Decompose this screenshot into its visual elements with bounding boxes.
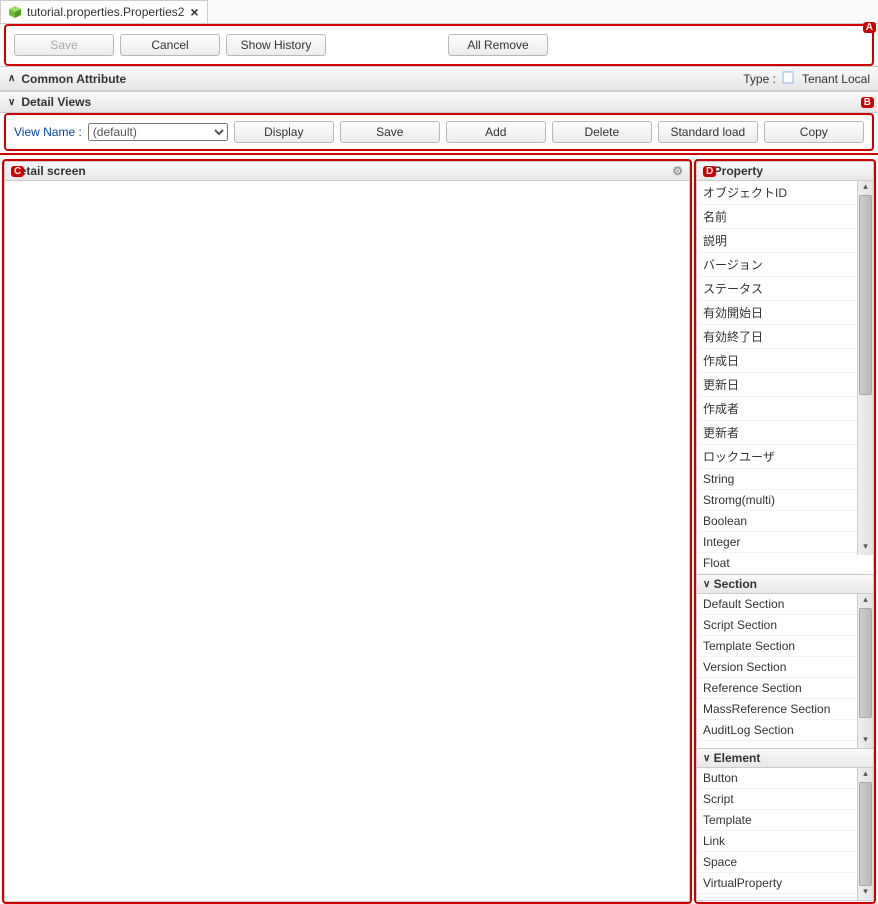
property-list: オブジェクトID名前説明バージョンステータス有効開始日有効終了日作成日更新日作成… xyxy=(697,181,857,574)
chevron-down-icon: ∨ xyxy=(8,97,15,108)
section-item[interactable]: Reference Section xyxy=(697,678,857,699)
property-item[interactable]: String xyxy=(697,469,857,490)
property-header[interactable]: ∨ Property D xyxy=(697,162,873,181)
section-header[interactable]: ∨ Section xyxy=(697,575,873,594)
property-item[interactable]: 作成日 xyxy=(697,349,857,373)
property-item[interactable]: ロックユーザ xyxy=(697,445,857,469)
chevron-down-icon: ∨ xyxy=(703,753,710,764)
element-item[interactable]: Template xyxy=(697,810,857,831)
tab-title: tutorial.properties.Properties2 xyxy=(27,5,184,19)
section-item[interactable]: Template Section xyxy=(697,636,857,657)
cube-icon xyxy=(9,6,21,18)
type-label: Type : xyxy=(743,72,776,86)
section-item[interactable]: AuditLog Section xyxy=(697,720,857,741)
property-item[interactable]: 更新者 xyxy=(697,421,857,445)
detail-screen-panel: Detail screen C ⚙ xyxy=(4,161,690,902)
property-panel: ∨ Property D オブジェクトID名前説明バージョンステータス有効開始日… xyxy=(696,161,874,574)
copy-button[interactable]: Copy xyxy=(764,121,864,143)
element-item[interactable]: Link xyxy=(697,831,857,852)
property-item[interactable]: 更新日 xyxy=(697,373,857,397)
gear-icon[interactable]: ⚙ xyxy=(672,164,683,178)
common-attribute-header[interactable]: ∧ Common Attribute Type : Tenant Local xyxy=(0,66,878,91)
section-item[interactable]: Script Section xyxy=(697,615,857,636)
all-remove-button[interactable]: All Remove xyxy=(448,34,548,56)
element-item[interactable]: VirtualProperty xyxy=(697,873,857,894)
annot-c: C xyxy=(11,166,24,177)
annot-a: A xyxy=(863,22,876,33)
element-scrollbar[interactable]: ▴ ▾ xyxy=(857,768,873,900)
section-title: Section xyxy=(714,577,757,591)
property-item[interactable]: Integer xyxy=(697,532,857,553)
property-item[interactable]: 有効開始日 xyxy=(697,301,857,325)
view-name-select[interactable]: (default) xyxy=(88,123,228,141)
property-item[interactable]: Float xyxy=(697,553,857,574)
show-history-button[interactable]: Show History xyxy=(226,34,326,56)
property-scrollbar[interactable]: ▴ ▾ xyxy=(857,181,873,555)
standard-load-button[interactable]: Standard load xyxy=(658,121,758,143)
element-panel: ∨ Element ButtonScriptTemplateLinkSpaceV… xyxy=(696,748,874,901)
property-item[interactable]: 作成者 xyxy=(697,397,857,421)
detail-views-header[interactable]: ∨ Detail Views B xyxy=(0,91,878,113)
property-item[interactable]: 説明 xyxy=(697,229,857,253)
close-icon[interactable]: × xyxy=(190,4,198,20)
file-icon xyxy=(782,70,796,87)
section-item[interactable]: Default Section xyxy=(697,594,857,615)
view-name-label: View Name : xyxy=(14,125,82,139)
tab-bar: tutorial.properties.Properties2 × xyxy=(0,0,878,24)
section-item[interactable]: Version Section xyxy=(697,657,857,678)
cancel-button[interactable]: Cancel xyxy=(120,34,220,56)
element-item[interactable]: Script xyxy=(697,789,857,810)
element-item[interactable]: Space xyxy=(697,852,857,873)
chevron-down-icon: ∨ xyxy=(703,579,710,590)
save-view-button[interactable]: Save xyxy=(340,121,440,143)
element-item[interactable]: Button xyxy=(697,768,857,789)
display-button[interactable]: Display xyxy=(234,121,334,143)
property-item[interactable]: バージョン xyxy=(697,253,857,277)
property-item[interactable]: Boolean xyxy=(697,511,857,532)
detail-screen-body[interactable] xyxy=(5,181,689,901)
chevron-up-icon: ∧ xyxy=(8,73,15,84)
annot-b: B xyxy=(861,97,874,108)
detail-views-title: Detail Views xyxy=(21,95,91,109)
property-item[interactable]: ステータス xyxy=(697,277,857,301)
property-item[interactable]: オブジェクトID xyxy=(697,181,857,205)
annot-d: D xyxy=(703,166,716,177)
section-scrollbar[interactable]: ▴ ▾ xyxy=(857,594,873,748)
type-value: Tenant Local xyxy=(802,72,870,86)
element-header[interactable]: ∨ Element xyxy=(697,749,873,768)
file-tab[interactable]: tutorial.properties.Properties2 × xyxy=(0,0,208,23)
section-list: Default SectionScript SectionTemplate Se… xyxy=(697,594,857,748)
save-button: Save xyxy=(14,34,114,56)
section-item[interactable]: MassReference Section xyxy=(697,699,857,720)
property-item[interactable]: Stromg(multi) xyxy=(697,490,857,511)
delete-button[interactable]: Delete xyxy=(552,121,652,143)
property-title: Property xyxy=(714,164,763,178)
element-title: Element xyxy=(714,751,761,765)
property-item[interactable]: 有効終了日 xyxy=(697,325,857,349)
property-item[interactable]: 名前 xyxy=(697,205,857,229)
common-attribute-title: Common Attribute xyxy=(21,72,126,86)
add-button[interactable]: Add xyxy=(446,121,546,143)
view-toolbar: View Name : (default) Display Save Add D… xyxy=(6,115,872,149)
section-panel: ∨ Section Default SectionScript SectionT… xyxy=(696,574,874,748)
element-list: ButtonScriptTemplateLinkSpaceVirtualProp… xyxy=(697,768,857,900)
main-toolbar: Save Cancel Show History All Remove xyxy=(6,26,872,64)
